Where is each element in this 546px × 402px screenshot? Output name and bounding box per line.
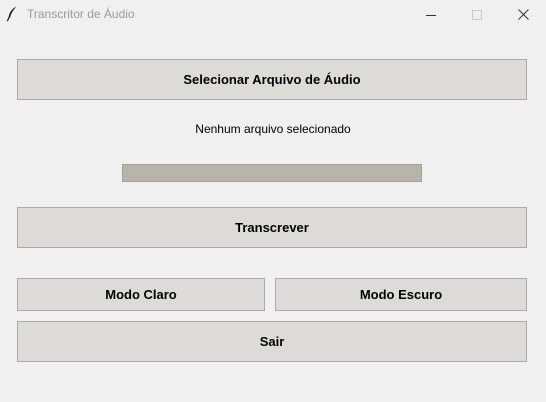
window-title: Transcritor de Áudio [27, 7, 135, 21]
transcribe-button[interactable]: Transcrever [17, 207, 527, 248]
dark-mode-button[interactable]: Modo Escuro [275, 278, 527, 311]
select-audio-file-button[interactable]: Selecionar Arquivo de Áudio [17, 59, 527, 100]
progress-bar [122, 164, 422, 182]
close-icon [517, 9, 529, 20]
maximize-icon [472, 9, 482, 20]
minimize-icon [426, 10, 436, 20]
file-status-label: Nenhum arquivo selecionado [195, 122, 351, 136]
close-button[interactable] [500, 0, 546, 29]
light-mode-button[interactable]: Modo Claro [17, 278, 265, 311]
minimize-button[interactable] [408, 0, 454, 29]
exit-button[interactable]: Sair [17, 321, 527, 362]
title-bar[interactable]: Transcritor de Áudio [0, 0, 546, 29]
feather-icon [6, 6, 18, 22]
maximize-button[interactable] [454, 0, 500, 29]
